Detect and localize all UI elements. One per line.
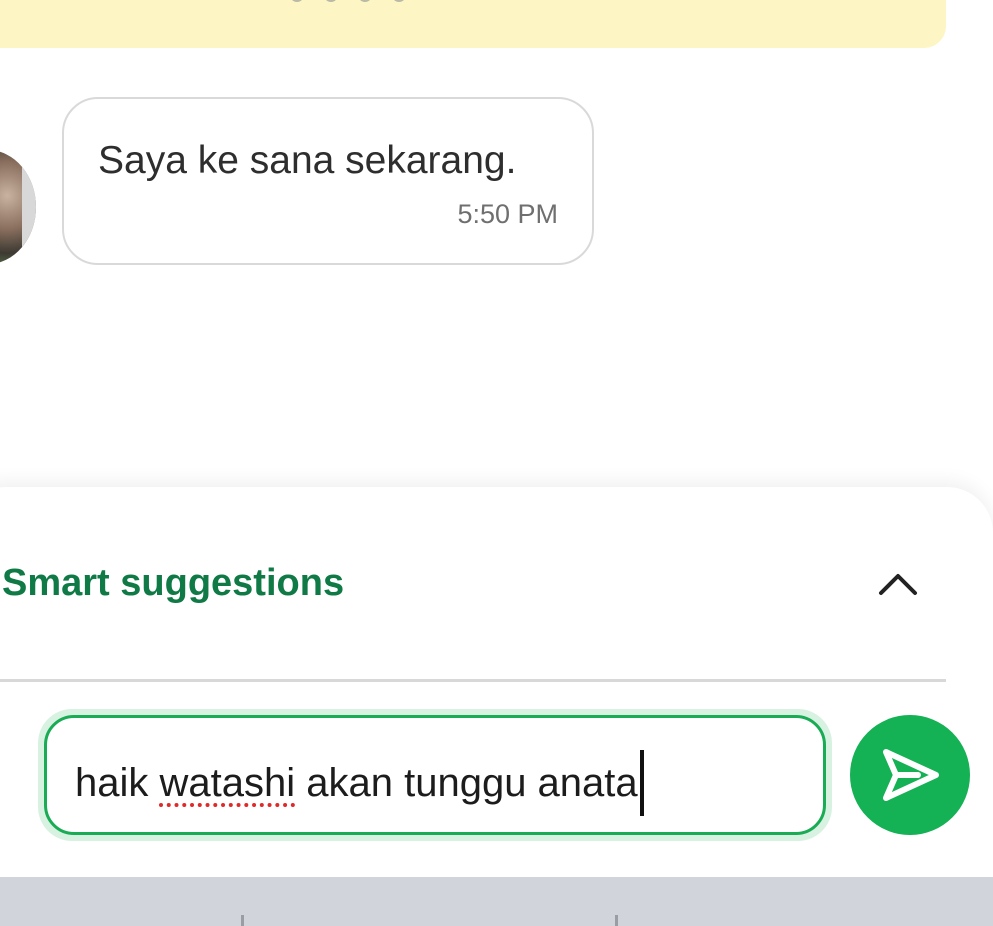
message-input[interactable]: haik watashi akan tunggu anata — [44, 715, 826, 835]
keyboard-separator — [241, 915, 244, 926]
send-button[interactable] — [850, 715, 970, 835]
banner-dot — [358, 0, 372, 2]
message-input-value: haik watashi akan tunggu anata — [75, 750, 644, 816]
banner-dot — [392, 0, 406, 2]
avatar[interactable] — [0, 150, 36, 264]
banner-dot — [324, 0, 338, 2]
message-bubble[interactable]: Saya ke sana sekarang. 5:50 PM — [62, 97, 594, 265]
text-cursor — [639, 750, 644, 816]
banner-dot — [290, 0, 304, 2]
banner-decoration — [290, 0, 406, 2]
input-text-start: haik — [75, 760, 160, 805]
misspelled-word[interactable]: watashi — [160, 761, 296, 806]
keyboard-separator — [615, 915, 618, 926]
input-text-end: akan tunggu anata — [295, 760, 638, 805]
chat-screen: Saya ke sana sekarang. 5:50 PM Smart sug… — [0, 0, 993, 926]
send-icon — [883, 749, 939, 801]
divider — [0, 679, 946, 682]
chevron-up-icon[interactable] — [878, 570, 918, 596]
message-text: Saya ke sana sekarang. — [98, 139, 517, 182]
message-timestamp: 5:50 PM — [457, 199, 558, 229]
keyboard — [0, 877, 993, 926]
smart-suggestions-title[interactable]: Smart suggestions — [2, 562, 344, 605]
yellow-banner — [0, 0, 946, 48]
